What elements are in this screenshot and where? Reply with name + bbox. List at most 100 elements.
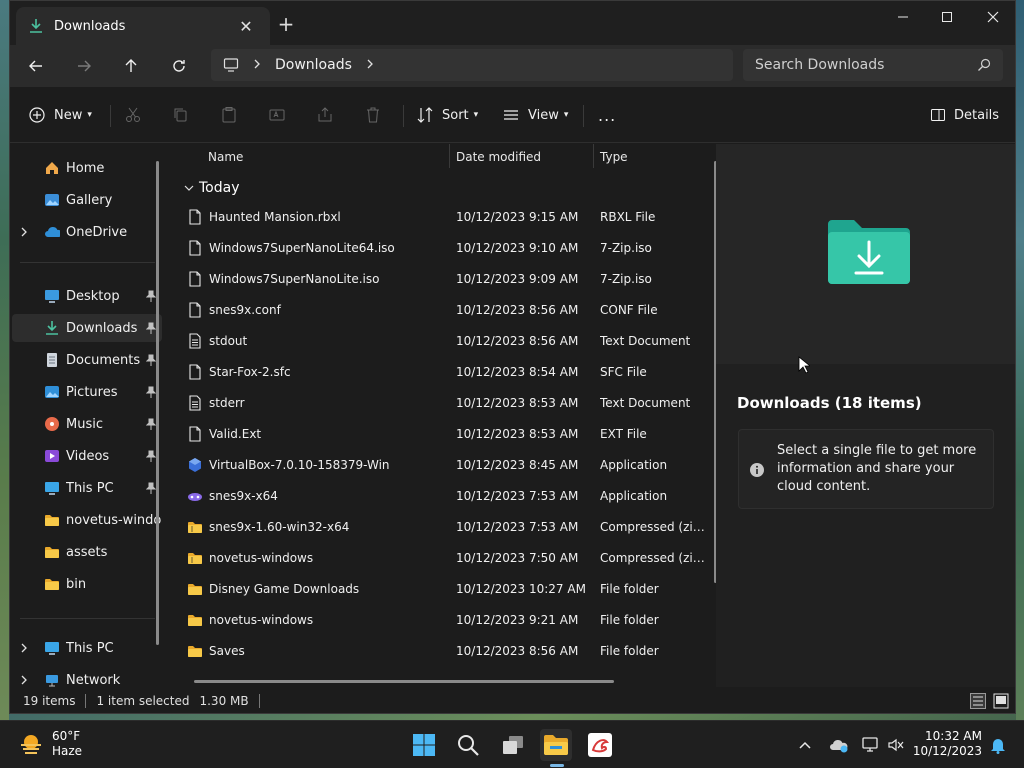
- rename-button[interactable]: [268, 99, 286, 131]
- file-explorer-taskbar-button[interactable]: [540, 729, 572, 761]
- address-bar[interactable]: Downloads: [211, 49, 733, 81]
- sidebar-item-assets[interactable]: assets: [12, 538, 162, 566]
- search-button[interactable]: [452, 729, 484, 761]
- sidebar-item-label: Home: [66, 160, 105, 176]
- sidebar-item-documents[interactable]: Documents: [12, 346, 162, 374]
- column-header-name[interactable]: Name: [208, 144, 243, 170]
- new-tab-button[interactable]: +: [272, 13, 300, 37]
- sidebar-item-this-pc[interactable]: This PC: [12, 474, 162, 502]
- file-name: snes9x-x64: [209, 489, 278, 503]
- file-row[interactable]: Windows7SuperNanoLite.iso 10/12/2023 9:09…: [187, 264, 707, 294]
- divider: [403, 105, 404, 127]
- clock-time: 10:32 AM: [925, 729, 982, 743]
- chevron-right-icon[interactable]: [20, 642, 34, 654]
- file-row[interactable]: snes9x.conf 10/12/2023 8:56 AM CONF File: [187, 295, 707, 325]
- chevron-right-icon[interactable]: [20, 674, 34, 686]
- details-pane-button[interactable]: Details: [930, 99, 999, 131]
- column-header-type[interactable]: Type: [600, 144, 628, 170]
- paste-button[interactable]: [220, 99, 238, 131]
- copy-button[interactable]: [172, 99, 190, 131]
- sidebar-item-desktop[interactable]: Desktop: [12, 282, 162, 310]
- app-icon: [588, 733, 612, 757]
- column-header-date[interactable]: Date modified: [456, 144, 541, 170]
- file-row[interactable]: novetus-windows 10/12/2023 7:50 AM Compres…: [187, 543, 710, 573]
- more-options-button[interactable]: ...: [598, 99, 616, 131]
- file-row[interactable]: snes9x-1.60-win32-x64 10/12/2023 7:53 AM C…: [187, 512, 710, 542]
- search-input[interactable]: Search Downloads: [755, 57, 977, 73]
- tiles-view-button[interactable]: [993, 693, 1009, 712]
- tab-downloads[interactable]: Downloads ✕: [16, 7, 270, 45]
- app-taskbar-button[interactable]: [584, 729, 616, 761]
- mouse-cursor-icon: [798, 356, 810, 374]
- file-row[interactable]: Windows7SuperNanoLite64.iso 10/12/2023 9:…: [187, 233, 707, 263]
- sort-button[interactable]: Sort ▾: [416, 99, 478, 131]
- view-button[interactable]: View ▾: [502, 99, 568, 131]
- sidebar-item-downloads[interactable]: Downloads: [12, 314, 162, 342]
- file-row[interactable]: stdout 10/12/2023 8:56 AM Text Document: [187, 326, 707, 356]
- file-row[interactable]: Star-Fox-2.sfc 10/12/2023 8:54 AM SFC File: [187, 357, 707, 387]
- system-clock[interactable]: 10:32 AM 10/12/2023: [910, 729, 982, 759]
- share-button[interactable]: [316, 99, 334, 131]
- file-row[interactable]: Saves 10/12/2023 8:56 AM File folder: [187, 636, 707, 666]
- file-row[interactable]: snes9x-x64 10/12/2023 7:53 AM Application: [187, 481, 707, 511]
- cloud-icon: [44, 224, 60, 240]
- file-type: RBXL File: [600, 210, 656, 224]
- sidebar-item-gallery[interactable]: Gallery: [12, 186, 162, 214]
- file-row[interactable]: Haunted Mansion.rbxl 10/12/2023 9:15 AM RB…: [187, 202, 707, 232]
- sidebar-item-onedrive[interactable]: OneDrive: [12, 218, 162, 246]
- file-type: File folder: [600, 613, 659, 627]
- file-row[interactable]: novetus-windows 10/12/2023 9:21 AM File fo…: [187, 605, 707, 635]
- weather-widget[interactable]: 60°F Haze: [18, 729, 82, 759]
- file-list-horizontal-scrollbar[interactable]: [194, 680, 614, 683]
- details-heading: Downloads (18 items): [737, 394, 922, 412]
- up-button[interactable]: [113, 51, 149, 81]
- volume-tray-button[interactable]: [882, 729, 910, 761]
- search-icon: [458, 735, 479, 756]
- search-box[interactable]: Search Downloads: [743, 49, 1003, 81]
- new-button[interactable]: New ▾: [28, 99, 92, 131]
- maximize-button[interactable]: [924, 1, 970, 33]
- chevron-right-icon[interactable]: [366, 58, 374, 73]
- file-row[interactable]: Valid.Ext 10/12/2023 8:53 AM EXT File: [187, 419, 707, 449]
- haze-weather-icon: [21, 735, 41, 754]
- sidebar-item-this-pc[interactable]: This PC: [12, 634, 162, 662]
- close-tab-icon[interactable]: ✕: [234, 14, 258, 38]
- details-pane: Downloads (18 items) Select a single fil…: [716, 144, 1015, 687]
- column-divider[interactable]: [593, 144, 594, 168]
- task-view-button[interactable]: [497, 729, 529, 761]
- minimize-button[interactable]: [880, 1, 926, 33]
- sidebar-item-home[interactable]: Home: [12, 154, 162, 182]
- file-row[interactable]: VirtualBox-7.0.10-158379-Win 10/12/2023 8…: [187, 450, 707, 480]
- details-view-icon: [970, 693, 986, 709]
- downloads-folder-icon: [828, 220, 910, 284]
- file-row[interactable]: Disney Game Downloads 10/12/2023 10:27 AM…: [187, 574, 707, 604]
- sidebar-item-bin[interactable]: bin: [12, 570, 162, 598]
- back-button[interactable]: [18, 51, 54, 81]
- refresh-button[interactable]: [161, 51, 197, 81]
- show-hidden-icons-button[interactable]: [790, 729, 820, 761]
- delete-button[interactable]: [364, 99, 382, 131]
- forward-button[interactable]: [66, 51, 102, 81]
- column-divider[interactable]: [449, 144, 450, 168]
- sidebar-item-network[interactable]: Network: [12, 666, 162, 687]
- sidebar-scrollbar[interactable]: [156, 161, 159, 645]
- onedrive-tray-button[interactable]: [824, 729, 854, 761]
- sort-label: Sort: [442, 107, 469, 123]
- file-date: 10/12/2023 8:53 AM: [456, 427, 579, 441]
- start-button[interactable]: [408, 729, 440, 761]
- details-view-button[interactable]: [970, 693, 986, 712]
- sidebar-item-novetus-windows[interactable]: novetus-windows: [12, 506, 162, 534]
- breadcrumb-downloads[interactable]: Downloads: [275, 57, 352, 73]
- cut-button[interactable]: [124, 99, 142, 131]
- chevron-right-icon[interactable]: [20, 226, 34, 238]
- sidebar-item-videos[interactable]: Videos: [12, 442, 162, 470]
- notifications-button[interactable]: [984, 729, 1012, 761]
- file-row[interactable]: stderr 10/12/2023 8:53 AM Text Document: [187, 388, 707, 418]
- sidebar-item-music[interactable]: Music: [12, 410, 162, 438]
- close-window-button[interactable]: [970, 1, 1015, 33]
- group-header-today[interactable]: Today: [183, 178, 240, 198]
- file-name: snes9x-1.60-win32-x64: [209, 520, 350, 534]
- maximize-icon: [942, 12, 952, 22]
- sidebar-item-pictures[interactable]: Pictures: [12, 378, 162, 406]
- file-type: Compressed (zipp...: [600, 520, 710, 534]
